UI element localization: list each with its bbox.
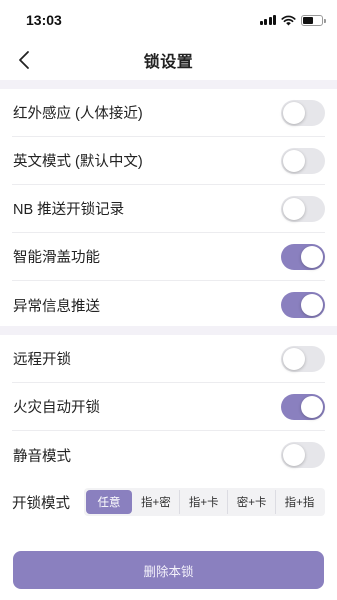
toggle-knob [301, 395, 323, 418]
unlock-mode-label: 开锁模式 [12, 495, 70, 512]
back-button[interactable] [12, 48, 36, 72]
setting-label: 智能滑盖功能 [13, 250, 100, 266]
status-icons [259, 14, 326, 26]
setting-label: 红外感应 (人体接近) [13, 106, 143, 122]
setting-toggle[interactable] [281, 195, 325, 222]
status-bar: 13:03 [0, 0, 337, 40]
delete-lock-button[interactable]: 删除本锁 [13, 551, 324, 589]
unlock-mode-option[interactable]: 任意 [85, 490, 133, 514]
unlock-mode-segmented-control: 任意 指+密 指+卡 密+卡 指+指 [83, 488, 325, 516]
setting-row: 远程开锁 [12, 335, 325, 383]
status-time: 13:03 [26, 12, 62, 28]
section-divider [0, 326, 337, 335]
toggle-knob [301, 294, 323, 316]
battery-icon [301, 14, 326, 26]
unlock-mode-row: 开锁模式 任意 指+密 指+卡 密+卡 指+指 [12, 478, 325, 526]
setting-label: 英文模式 (默认中文) [13, 154, 143, 170]
unlock-mode-option[interactable]: 指+卡 [180, 490, 229, 514]
setting-label: 火灾自动开锁 [13, 400, 100, 416]
setting-label: 异常信息推送 [13, 298, 100, 315]
setting-toggle[interactable] [281, 99, 325, 126]
setting-toggle[interactable] [281, 243, 325, 270]
setting-toggle[interactable] [281, 345, 325, 372]
cellular-signal-icon [259, 15, 276, 25]
toggle-knob [283, 347, 305, 370]
section-divider [0, 80, 337, 89]
setting-label: 静音模式 [13, 448, 71, 465]
chevron-left-icon [19, 51, 29, 69]
setting-row: 英文模式 (默认中文) [12, 137, 325, 185]
page-title: 锁设置 [143, 54, 194, 71]
setting-row: NB 推送开锁记录 [12, 185, 325, 233]
setting-row: 红外感应 (人体接近) [12, 89, 325, 137]
setting-toggle[interactable] [281, 393, 325, 420]
setting-row: 异常信息推送 [12, 281, 325, 329]
setting-toggle[interactable] [281, 292, 325, 318]
setting-label: 远程开锁 [13, 352, 71, 368]
toggle-knob [283, 197, 305, 220]
setting-row: 静音模式 [12, 431, 325, 479]
toggle-knob [283, 101, 305, 124]
toggle-knob [283, 149, 305, 172]
wifi-icon [281, 15, 296, 25]
unlock-mode-option[interactable]: 密+卡 [228, 490, 277, 514]
setting-toggle[interactable] [281, 442, 325, 468]
setting-row: 火灾自动开锁 [12, 383, 325, 431]
unlock-mode-option[interactable]: 指+指 [276, 490, 323, 514]
setting-label: NB 推送开锁记录 [13, 202, 125, 218]
unlock-mode-option[interactable]: 指+密 [132, 490, 181, 514]
toggle-knob [283, 444, 305, 466]
toggle-knob [301, 245, 323, 268]
nav-bar: 锁设置 [0, 40, 337, 80]
setting-toggle[interactable] [281, 147, 325, 174]
setting-row: 智能滑盖功能 [12, 233, 325, 281]
